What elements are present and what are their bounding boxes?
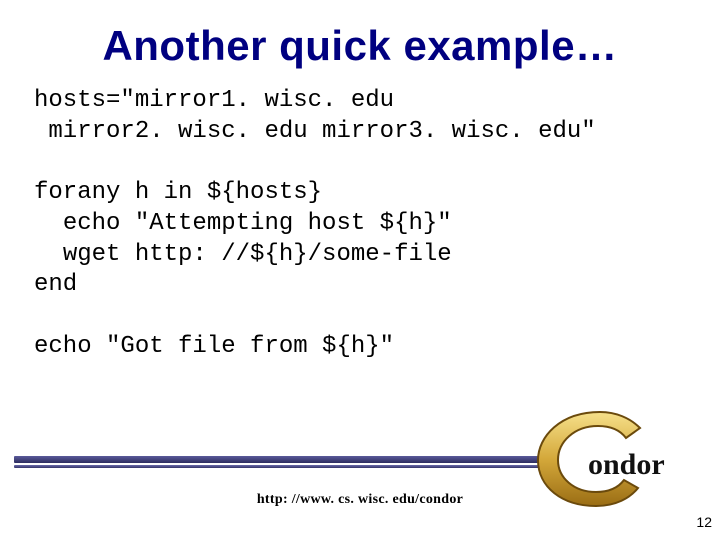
code-line: echo "Got file from ${h}" xyxy=(34,333,394,360)
logo-text: ondor xyxy=(588,448,665,481)
code-line: hosts="mirror1. wisc. edu xyxy=(34,87,394,114)
divider-thick xyxy=(14,456,540,463)
code-line: forany h in ${hosts} xyxy=(34,179,322,206)
slide: Another quick example… hosts="mirror1. w… xyxy=(0,0,720,540)
page-number: 12 xyxy=(696,514,712,530)
code-line: end xyxy=(34,271,77,298)
footer-url: http: //www. cs. wisc. edu/condor xyxy=(0,492,720,508)
divider xyxy=(14,456,540,470)
code-line: mirror2. wisc. edu mirror3. wisc. edu" xyxy=(34,118,596,145)
code-line: wget http: //${h}/some-file xyxy=(34,241,452,268)
slide-title: Another quick example… xyxy=(0,0,720,80)
divider-thin xyxy=(14,465,540,468)
code-block: hosts="mirror1. wisc. edu mirror2. wisc.… xyxy=(0,86,720,362)
code-line: echo "Attempting host ${h}" xyxy=(34,210,452,237)
